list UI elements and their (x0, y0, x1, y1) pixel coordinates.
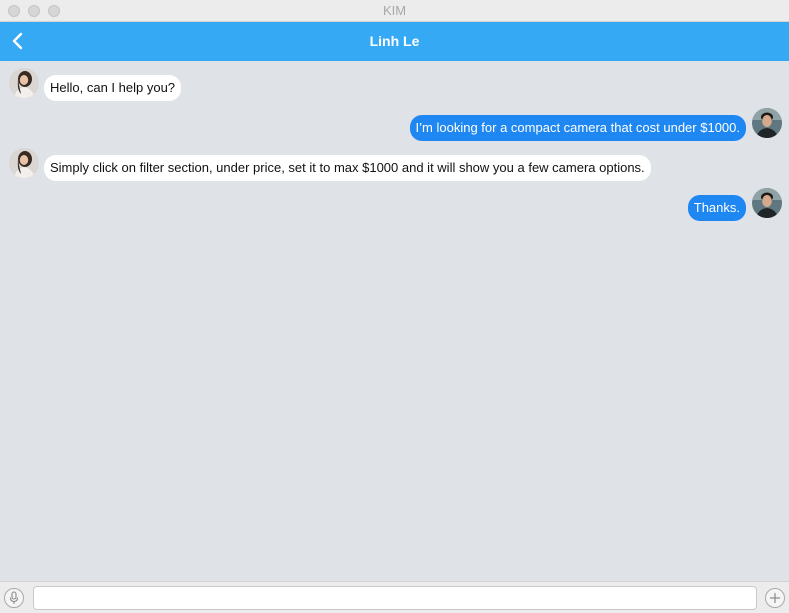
chat-header: Linh Le (0, 22, 789, 61)
window-title: KIM (382, 3, 407, 18)
contact-name: Linh Le (369, 33, 420, 49)
microphone-icon (9, 591, 19, 604)
add-attachment-button[interactable] (765, 588, 785, 608)
contact-avatar (9, 68, 39, 98)
message-input[interactable] (33, 586, 757, 610)
message-bubble-incoming: Simply click on filter section, under pr… (44, 155, 651, 181)
voice-input-button[interactable] (4, 588, 24, 608)
message-bubble-outgoing: Thanks. (687, 195, 746, 221)
contact-avatar (9, 148, 39, 178)
message-list: Hello, can I help you? I’m looking for a… (0, 61, 789, 581)
plus-icon (770, 593, 780, 603)
message-bubble-outgoing: I’m looking for a compact camera that co… (409, 115, 746, 141)
message-composer (0, 581, 789, 613)
back-button[interactable] (4, 27, 32, 55)
user-avatar (752, 108, 782, 138)
user-avatar (752, 188, 782, 218)
window-titlebar: KIM (0, 0, 789, 22)
message-bubble-incoming: Hello, can I help you? (44, 75, 182, 101)
chevron-left-icon (12, 32, 23, 50)
